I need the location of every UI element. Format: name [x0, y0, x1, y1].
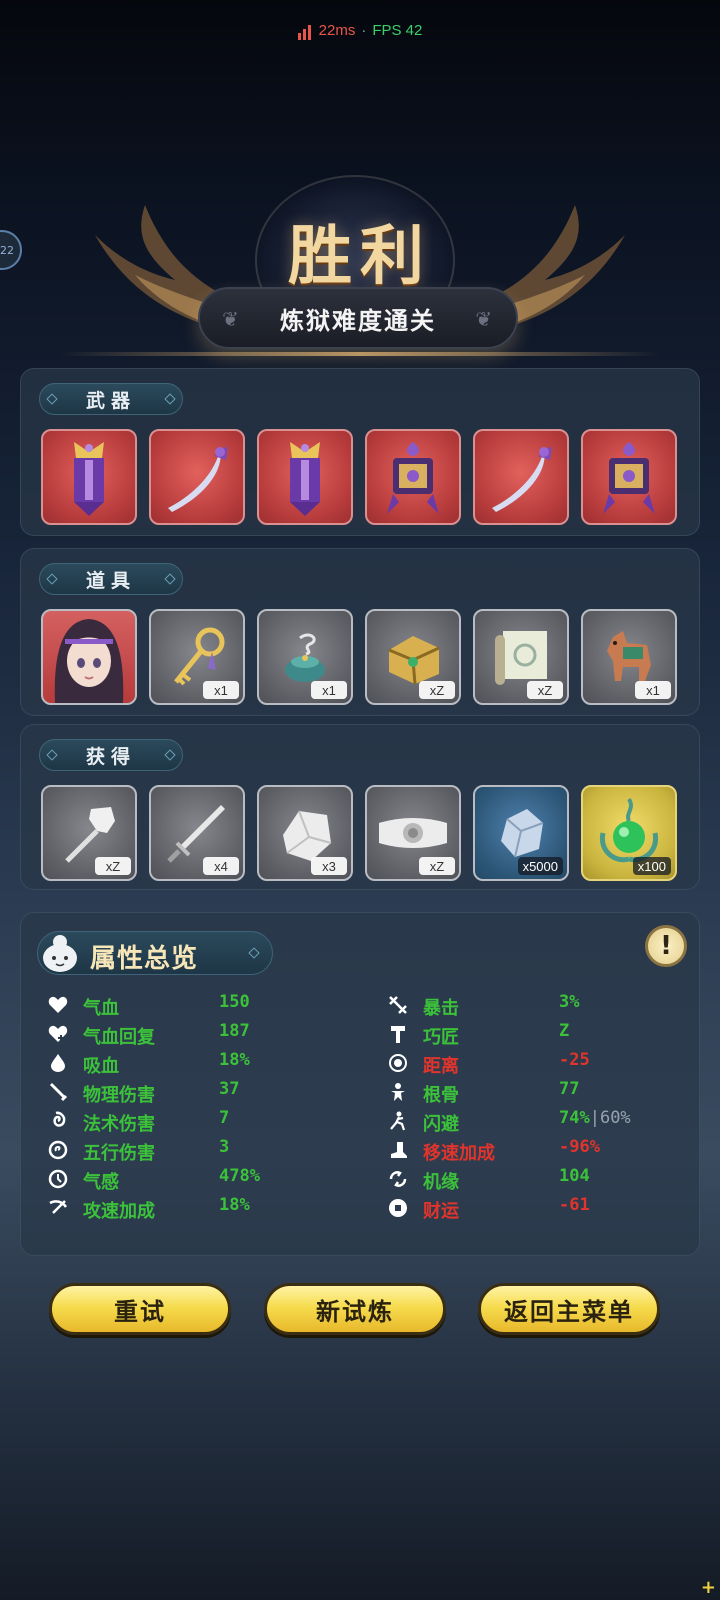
stat-hp-regen: 气血回复 187 — [47, 1020, 367, 1049]
heart-regen-icon — [48, 1025, 68, 1042]
coin-icon — [389, 1199, 407, 1217]
quantity-badge: xZ — [527, 681, 563, 699]
reward-slot[interactable]: x100 — [581, 785, 677, 881]
stat-move-speed: 移速加成 -96% — [387, 1136, 707, 1165]
stat-wealth: 财运 -61 — [387, 1194, 707, 1223]
stats-left-column: 气血 150 气血回复 187 吸血 18% 物理伤害 37 法术伤害 7 五行… — [47, 991, 367, 1223]
stat-lifesteal: 吸血 18% — [47, 1049, 367, 1078]
prop-slot[interactable]: x1 — [581, 609, 677, 705]
attributes-header: 属性总览 — [37, 931, 273, 975]
quantity-badge: x5000 — [517, 857, 563, 875]
stat-fortune-chance: 机缘 104 — [387, 1165, 707, 1194]
sense-icon — [48, 1169, 68, 1189]
silver-belt-icon — [379, 818, 447, 848]
stat-constitution: 根骨 77 — [387, 1078, 707, 1107]
stat-sense: 气感 478% — [47, 1165, 367, 1194]
weapon-slot[interactable] — [473, 429, 569, 525]
heart-icon — [48, 996, 68, 1013]
main-menu-button[interactable]: 返回主菜单 — [478, 1283, 660, 1335]
stat-element-damage: 五行伤害 3 — [47, 1136, 367, 1165]
props-tag: 道具 — [39, 563, 183, 595]
target-icon — [389, 1054, 407, 1072]
obtained-panel: 获得 xZ x4 x3 xZ x5000 x100 — [20, 724, 700, 890]
weapon-slot[interactable] — [365, 429, 461, 525]
reward-slot[interactable]: x5000 — [473, 785, 569, 881]
obtained-tag: 获得 — [39, 739, 183, 771]
network-status: 22ms · FPS 42 — [0, 22, 720, 40]
stat-attack-speed: 攻速加成 18% — [47, 1194, 367, 1223]
retry-button[interactable]: 重试 — [49, 1283, 231, 1335]
info-button[interactable]: ! — [645, 925, 687, 967]
purple-banner-icon — [74, 442, 104, 516]
lantern-shrine-icon — [387, 442, 439, 514]
signal-icon — [297, 23, 313, 40]
blood-drop-icon — [51, 1054, 65, 1072]
difficulty-banner: ❦ 炼狱难度通关 ❦ — [198, 287, 518, 349]
quantity-badge: x1 — [203, 681, 239, 699]
mascot-icon — [43, 935, 77, 972]
victory-title: 胜利 — [288, 219, 432, 294]
character-portrait-icon — [54, 619, 124, 703]
prop-slot[interactable]: xZ — [365, 609, 461, 705]
hammer-craft-icon — [391, 1026, 405, 1043]
quantity-badge: x3 — [311, 857, 347, 875]
new-trial-button[interactable]: 新试炼 — [264, 1283, 446, 1335]
curved-blade-icon — [492, 446, 552, 512]
stat-hp: 气血 150 — [47, 991, 367, 1020]
weapon-slot[interactable] — [41, 429, 137, 525]
prop-slot[interactable]: x1 — [149, 609, 245, 705]
stat-dodge: 闪避 74%|60% — [387, 1107, 707, 1136]
curved-blade-icon — [168, 446, 228, 512]
attributes-panel: 属性总览 ! 气血 150 气血回复 187 吸血 18% 物理伤害 37 法术… — [20, 912, 700, 1256]
luck-swirl-icon — [389, 1171, 407, 1187]
purple-banner-icon — [290, 442, 320, 516]
quantity-badge: xZ — [419, 857, 455, 875]
attack-speed-icon — [49, 1200, 68, 1214]
crit-icon — [389, 996, 407, 1014]
reward-slot[interactable]: xZ — [365, 785, 461, 881]
lantern-shrine-icon — [603, 442, 655, 514]
quantity-badge: xZ — [95, 857, 131, 875]
quantity-badge: x1 — [635, 681, 671, 699]
weapon-slot[interactable] — [149, 429, 245, 525]
stat-crit: 暴击 3% — [387, 991, 707, 1020]
difficulty-text: 炼狱难度通关 — [280, 306, 436, 335]
spiral-icon — [53, 1111, 66, 1127]
plus-icon: + — [700, 1577, 716, 1598]
stats-right-column: 暴击 3% 巧匠 Z 距离 -25 根骨 77 闪避 74%|60% 移速加成 … — [387, 991, 707, 1223]
attributes-title: 属性总览 — [90, 944, 199, 974]
dodge-icon — [390, 1111, 406, 1131]
sword-slash-icon — [49, 1082, 68, 1102]
cloud-deco-icon: ❦ — [475, 307, 494, 331]
fps-text: FPS 42 — [372, 22, 423, 39]
figure-icon — [391, 1083, 405, 1101]
cloud-deco-icon: ❦ — [222, 307, 241, 331]
weapons-panel: 武器 — [20, 368, 700, 536]
quantity-badge: xZ — [419, 681, 455, 699]
victory-banner: 胜利 ❦ 炼狱难度通关 ❦ — [0, 175, 720, 365]
glow-divider — [60, 352, 660, 356]
five-elements-icon — [48, 1140, 68, 1160]
stat-spell-damage: 法术伤害 7 — [47, 1107, 367, 1136]
stat-craftsman: 巧匠 Z — [387, 1020, 707, 1049]
quantity-badge: x4 — [203, 857, 239, 875]
stat-physical-damage: 物理伤害 37 — [47, 1078, 367, 1107]
character-slot[interactable] — [41, 609, 137, 705]
prop-slot[interactable]: xZ — [473, 609, 569, 705]
ping-text: 22ms — [318, 22, 356, 39]
prop-slot[interactable]: x1 — [257, 609, 353, 705]
boot-icon — [391, 1142, 407, 1158]
weapons-tag: 武器 — [39, 383, 183, 415]
reward-slot[interactable]: xZ — [41, 785, 137, 881]
quantity-badge: x1 — [311, 681, 347, 699]
weapon-slot[interactable] — [257, 429, 353, 525]
reward-slot[interactable]: x4 — [149, 785, 245, 881]
props-panel: 道具 x1 x1 xZ xZ x1 — [20, 548, 700, 716]
reward-slot[interactable]: x3 — [257, 785, 353, 881]
quantity-badge: x100 — [632, 857, 671, 875]
stat-range: 距离 -25 — [387, 1049, 707, 1078]
weapon-slot[interactable] — [581, 429, 677, 525]
